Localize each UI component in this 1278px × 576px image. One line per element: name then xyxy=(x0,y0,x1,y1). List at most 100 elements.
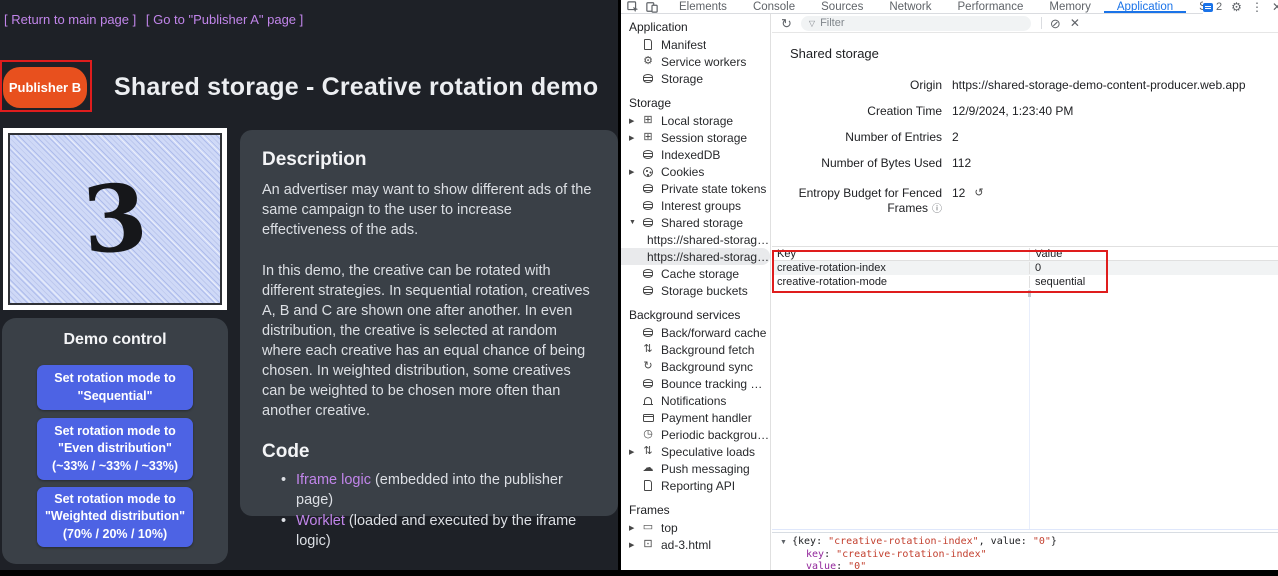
code-list: Iframe logic (embedded into the publishe… xyxy=(262,470,596,551)
sidebar-item-frame-top[interactable]: ▶▭top xyxy=(621,519,770,536)
sidebar-item-storage[interactable]: Storage xyxy=(621,70,770,87)
devtools-toolbar-icons xyxy=(621,1,666,13)
close-devtools-icon[interactable]: ✕ xyxy=(1272,1,1278,13)
tab-application[interactable]: Application xyxy=(1104,0,1186,13)
description-paragraph-2: In this demo, the creative can be rotate… xyxy=(262,261,596,421)
sidebar-item-shared-storage[interactable]: ▼Shared storage xyxy=(621,214,770,231)
issues-count: 2 xyxy=(1216,1,1222,13)
column-header-value[interactable]: Value xyxy=(1029,248,1278,260)
filter-box[interactable]: ▽ xyxy=(801,16,1031,31)
database-icon xyxy=(641,379,655,388)
database-icon xyxy=(641,218,655,227)
publisher-a-page-link[interactable]: [ Go to "Publisher A" page ] xyxy=(146,12,303,27)
sidebar-item-bounce-tracking[interactable]: Bounce tracking mitiga... xyxy=(621,375,770,392)
sidebar-item-service-workers[interactable]: ⚙Service workers xyxy=(621,53,770,70)
sidebar-item-push-messaging[interactable]: ☁Push messaging xyxy=(621,460,770,477)
button-line: (70% / 20% / 10%) xyxy=(37,526,193,544)
frame-icon: ▭ xyxy=(641,522,655,533)
iframe-logic-link[interactable]: Iframe logic xyxy=(296,472,371,488)
return-main-page-link[interactable]: [ Return to main page ] xyxy=(4,12,136,27)
sidebar-item-periodic-background-sync[interactable]: ◷Periodic background s... xyxy=(621,426,770,443)
column-header-key[interactable]: Key xyxy=(772,248,1029,260)
code-heading: Code xyxy=(262,441,596,463)
database-icon xyxy=(641,269,655,278)
code-list-item: Iframe logic (embedded into the publishe… xyxy=(296,470,596,510)
description-heading: Description xyxy=(262,149,596,171)
tab-sources[interactable]: Sources xyxy=(808,0,876,13)
table-row[interactable]: creative-rotation-mode sequential xyxy=(772,275,1278,289)
chevron-right-icon[interactable]: ▶ xyxy=(629,117,641,125)
sidebar-item-local-storage[interactable]: ▶⊞Local storage xyxy=(621,112,770,129)
sidebar-item-indexeddb[interactable]: IndexedDB xyxy=(621,146,770,163)
sidebar-item-speculative-loads[interactable]: ▶⇅Speculative loads xyxy=(621,443,770,460)
arrows-updown-icon: ⇅ xyxy=(641,446,655,457)
creative-ad-frame: 3 xyxy=(3,128,227,310)
database-icon xyxy=(641,286,655,295)
device-toolbar-icon[interactable] xyxy=(646,1,658,13)
table-row[interactable]: creative-rotation-index 0 xyxy=(772,261,1278,275)
tab-console[interactable]: Console xyxy=(740,0,808,13)
inspect-element-icon[interactable] xyxy=(627,1,639,13)
sidebar-item-frame-ad3[interactable]: ▶⊡ad-3.html xyxy=(621,536,770,553)
button-line: "Sequential" xyxy=(37,388,193,406)
chevron-right-icon[interactable]: ▶ xyxy=(629,448,641,456)
refresh-icon[interactable]: ↻ xyxy=(781,17,792,30)
demo-control-title: Demo control xyxy=(2,331,228,349)
settings-gear-icon[interactable]: ⚙ xyxy=(1231,1,1242,13)
chevron-right-icon[interactable]: ▶ xyxy=(629,541,641,549)
info-icon[interactable]: ⓘ xyxy=(932,204,942,215)
creative-number: 3 xyxy=(80,171,150,267)
sidebar-item-payment-handler[interactable]: Payment handler xyxy=(621,409,770,426)
sidebar-item-reporting-api[interactable]: Reporting API xyxy=(621,477,770,494)
set-even-distribution-button[interactable]: Set rotation mode to "Even distribution"… xyxy=(37,418,193,480)
sidebar-item-shared-storage-origin-1[interactable]: https://shared-storage-d... xyxy=(621,231,770,248)
empty-grid-area xyxy=(772,289,1278,530)
sidebar-item-private-state-tokens[interactable]: Private state tokens xyxy=(621,180,770,197)
shared-storage-toolbar: ↻ ▽ ⊘ ✕ xyxy=(772,14,1278,33)
issues-counter[interactable]: 2 xyxy=(1203,1,1222,13)
chevron-right-icon[interactable]: ▶ xyxy=(629,524,641,532)
chevron-down-icon[interactable]: ▼ xyxy=(780,537,792,549)
set-weighted-distribution-button[interactable]: Set rotation mode to "Weighted distribut… xyxy=(37,487,193,547)
database-icon xyxy=(641,150,655,159)
set-sequential-button[interactable]: Set rotation mode to "Sequential" xyxy=(37,365,193,410)
sidebar-item-cookies[interactable]: ▶Cookies xyxy=(621,163,770,180)
database-icon xyxy=(641,184,655,193)
sidebar-item-background-sync[interactable]: ↻Background sync xyxy=(621,358,770,375)
demo-control-panel: Demo control Set rotation mode to "Seque… xyxy=(2,318,228,564)
sync-arrows-icon: ↻ xyxy=(641,361,655,372)
metadata-fields: Origin https://shared-storage-demo-conte… xyxy=(772,78,1278,212)
field-origin: Origin https://shared-storage-demo-conte… xyxy=(772,78,1278,104)
filter-input[interactable] xyxy=(820,17,1023,29)
tab-network[interactable]: Network xyxy=(876,0,944,13)
sidebar-item-manifest[interactable]: Manifest xyxy=(621,36,770,53)
clear-block-icon[interactable]: ⊘ xyxy=(1050,17,1061,30)
kebab-menu-icon[interactable]: ⋮ xyxy=(1251,1,1263,13)
tab-elements[interactable]: Elements xyxy=(666,0,740,13)
sidebar-item-storage-buckets[interactable]: Storage buckets xyxy=(621,282,770,299)
reset-budget-icon[interactable]: ↺ xyxy=(974,186,983,199)
sidebar-item-notifications[interactable]: Notifications xyxy=(621,392,770,409)
button-line: Set rotation mode to xyxy=(37,423,193,441)
worklet-link[interactable]: Worklet xyxy=(296,513,345,529)
devtools-window: Elements Console Sources Network Perform… xyxy=(621,0,1278,570)
creative-image: 3 xyxy=(8,133,222,305)
sidebar-item-shared-storage-origin-2-selected[interactable]: https://shared-storage-d... xyxy=(621,248,770,265)
sidebar-item-back-forward-cache[interactable]: Back/forward cache xyxy=(621,324,770,341)
sidebar-item-background-fetch[interactable]: ⇅Background fetch xyxy=(621,341,770,358)
tab-memory[interactable]: Memory xyxy=(1036,0,1104,13)
field-entropy-budget: Entropy Budget for Fenced Framesⓘ 12 ↺ xyxy=(772,186,1278,212)
sidebar-item-cache-storage[interactable]: Cache storage xyxy=(621,265,770,282)
tab-performance[interactable]: Performance xyxy=(945,0,1037,13)
application-sidebar: Application Manifest ⚙Service workers St… xyxy=(621,14,771,570)
chevron-right-icon[interactable]: ▶ xyxy=(629,134,641,142)
delete-selected-icon[interactable]: ✕ xyxy=(1070,17,1080,29)
chevron-down-icon[interactable]: ▼ xyxy=(629,219,641,226)
publisher-b-button[interactable]: Publisher B xyxy=(3,67,87,108)
database-icon xyxy=(641,201,655,210)
section-storage: Storage xyxy=(621,95,770,112)
sidebar-item-session-storage[interactable]: ▶⊞Session storage xyxy=(621,129,770,146)
sidebar-item-interest-groups[interactable]: Interest groups xyxy=(621,197,770,214)
chevron-right-icon[interactable]: ▶ xyxy=(629,168,641,176)
section-background-services: Background services xyxy=(621,307,770,324)
